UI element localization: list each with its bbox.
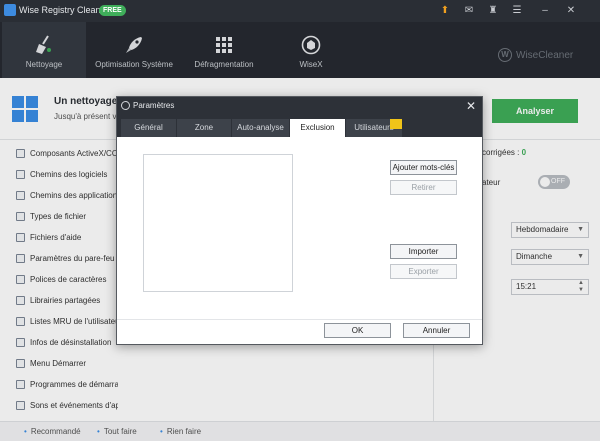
- app-logo-icon: [4, 4, 16, 16]
- dialog-title: Paramètres: [133, 101, 175, 110]
- export-button[interactable]: Exporter: [390, 264, 457, 279]
- ok-button[interactable]: OK: [324, 323, 391, 338]
- shirt-icon[interactable]: ♜: [486, 4, 500, 18]
- free-badge: FREE: [99, 5, 126, 16]
- tab-zone[interactable]: Zone: [177, 119, 232, 137]
- close-icon[interactable]: ✕: [564, 4, 578, 18]
- dialog-header: Paramètres ✕ Général Zone Auto-analyse E…: [117, 97, 482, 137]
- remove-button[interactable]: Retirer: [390, 180, 457, 195]
- cancel-button[interactable]: Annuler: [403, 323, 470, 338]
- minimize-icon[interactable]: –: [538, 4, 552, 18]
- tab-auto-analyse[interactable]: Auto-analyse: [232, 119, 290, 137]
- upload-icon[interactable]: ⬆: [438, 4, 452, 18]
- premium-ribbon-icon: [390, 119, 402, 129]
- exclusion-list[interactable]: [143, 154, 293, 292]
- title-bar: Wise Registry Cleaner 11 FREE ⬆ ✉ ♜ ☰ – …: [0, 0, 600, 22]
- tab-utilisateurs[interactable]: Utilisateurs: [346, 119, 403, 137]
- settings-icon: [121, 101, 130, 110]
- settings-dialog: Paramètres ✕ Général Zone Auto-analyse E…: [116, 96, 483, 345]
- dialog-close-icon[interactable]: ✕: [464, 99, 478, 113]
- tab-general[interactable]: Général: [121, 119, 177, 137]
- menu-icon[interactable]: ☰: [510, 4, 524, 18]
- add-keyword-button[interactable]: Ajouter mots-clés: [390, 160, 457, 175]
- import-button[interactable]: Importer: [390, 244, 457, 259]
- tab-exclusion[interactable]: Exclusion: [290, 119, 346, 137]
- dialog-footer-divider: [117, 319, 482, 320]
- mail-icon[interactable]: ✉: [462, 4, 476, 18]
